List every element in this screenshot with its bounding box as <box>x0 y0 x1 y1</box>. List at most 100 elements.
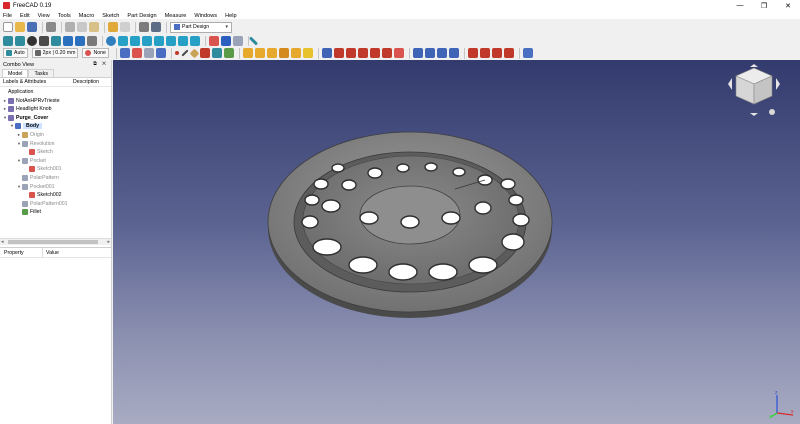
multitransform-icon[interactable] <box>448 48 459 58</box>
fillet-icon[interactable] <box>467 48 478 58</box>
validate-sketch-icon[interactable] <box>223 48 234 58</box>
mirrored-icon[interactable] <box>412 48 423 58</box>
line-width-combo[interactable]: 2px | 0.20 mm <box>31 48 79 58</box>
refresh-icon[interactable] <box>139 22 149 32</box>
sketch-icon[interactable] <box>211 48 222 58</box>
maximize-button[interactable]: ❐ <box>752 0 776 11</box>
tree-item[interactable]: Sketch <box>23 148 53 156</box>
shape-binder-icon[interactable] <box>143 48 154 58</box>
rear-view-icon[interactable] <box>166 36 176 46</box>
chamfer-icon[interactable] <box>479 48 490 58</box>
top-view-icon[interactable] <box>142 36 152 46</box>
view-menu-icon[interactable] <box>769 109 775 115</box>
draw-style-combo[interactable]: Auto <box>3 48 28 58</box>
minimize-button[interactable]: — <box>728 0 752 11</box>
menu-measure[interactable]: Measure <box>165 13 187 19</box>
fit-selection-icon[interactable] <box>15 36 25 46</box>
group-icon[interactable] <box>221 36 231 46</box>
whats-this-icon[interactable] <box>151 22 161 32</box>
rotate-down-icon[interactable] <box>750 113 758 116</box>
link-icon[interactable] <box>87 36 97 46</box>
back-icon[interactable] <box>63 36 73 46</box>
tree-scrollbar[interactable]: ◂ ▸ <box>0 238 111 245</box>
tree-item[interactable]: ▾ Pocket001 <box>16 183 55 191</box>
menu-macro[interactable]: Macro <box>79 13 95 19</box>
thickness-icon[interactable] <box>503 48 514 58</box>
tree-item[interactable]: ▾ Body <box>9 122 42 130</box>
menu-tools[interactable]: Tools <box>58 13 71 19</box>
datum-plane-icon[interactable] <box>189 48 200 58</box>
isometric-icon[interactable] <box>118 36 128 46</box>
local-cs-icon[interactable] <box>199 48 210 58</box>
tree-item[interactable]: Fillet <box>16 208 41 216</box>
draw-style-icon[interactable] <box>27 36 37 46</box>
body-icon[interactable] <box>233 36 243 46</box>
save-icon[interactable] <box>27 22 37 32</box>
paste-icon[interactable] <box>89 22 99 32</box>
revolution-icon[interactable] <box>254 48 265 58</box>
scroll-right-icon[interactable]: ▸ <box>107 239 110 245</box>
subtractive-primitive-icon[interactable] <box>393 48 404 58</box>
menu-windows[interactable]: Windows <box>194 13 217 19</box>
bounding-box-icon[interactable] <box>39 36 49 46</box>
menu-part-design[interactable]: Part Design <box>127 13 156 19</box>
tree-item[interactable]: Sketch002 <box>23 191 62 199</box>
scroll-thumb[interactable] <box>8 240 98 244</box>
rotate-right-icon[interactable] <box>776 78 780 90</box>
groove-icon[interactable] <box>345 48 356 58</box>
loft-icon[interactable] <box>266 48 277 58</box>
tree-item[interactable]: PolarPattern001 <box>16 200 68 208</box>
stereo-icon[interactable] <box>51 36 61 46</box>
undo-icon[interactable] <box>108 22 118 32</box>
cut-icon[interactable] <box>65 22 75 32</box>
zoom-icon[interactable] <box>106 36 116 46</box>
menu-file[interactable]: File <box>3 13 12 19</box>
polar-pattern-icon[interactable] <box>436 48 447 58</box>
tab-tasks[interactable]: Tasks <box>28 69 54 77</box>
tree-item[interactable]: PolarPattern <box>16 174 59 182</box>
front-view-icon[interactable] <box>130 36 140 46</box>
create-part-icon[interactable] <box>131 48 142 58</box>
bottom-view-icon[interactable] <box>178 36 188 46</box>
clone-icon[interactable] <box>155 48 166 58</box>
scroll-left-icon[interactable]: ◂ <box>1 239 4 245</box>
purge-cover-model[interactable] <box>113 60 800 424</box>
menu-help[interactable]: Help <box>225 13 237 19</box>
redo-icon[interactable] <box>120 22 130 32</box>
navigation-cube[interactable] <box>724 64 784 120</box>
tree-item[interactable]: ▸ Headlight Knob <box>2 105 51 113</box>
workbench-selector[interactable]: Part Design ▾ <box>170 21 232 33</box>
menu-view[interactable]: View <box>38 13 50 19</box>
right-view-icon[interactable] <box>154 36 164 46</box>
linear-pattern-icon[interactable] <box>424 48 435 58</box>
3d-viewport[interactable]: z x y <box>113 60 800 424</box>
fit-all-icon[interactable] <box>3 36 13 46</box>
close-button[interactable]: ✕ <box>776 0 800 11</box>
tree-item[interactable]: ▸ NotAnHPRvTrieste <box>2 97 60 105</box>
panel-controls[interactable]: ⧉ ✕ <box>93 61 108 67</box>
datum-point-icon[interactable] <box>174 51 179 55</box>
measure-icon[interactable] <box>248 36 259 46</box>
pad-icon[interactable] <box>242 48 253 58</box>
tree-item[interactable]: ▾ Purge_Cover <box>2 114 48 122</box>
datum-line-icon[interactable] <box>181 49 189 57</box>
create-body-icon[interactable] <box>119 48 130 58</box>
forward-icon[interactable] <box>75 36 85 46</box>
menu-sketch[interactable]: Sketch <box>102 13 119 19</box>
draft-icon[interactable] <box>491 48 502 58</box>
tab-model[interactable]: Model <box>2 69 29 77</box>
rotate-up-icon[interactable] <box>750 64 758 67</box>
new-file-icon[interactable] <box>3 22 13 32</box>
additive-primitive-icon[interactable] <box>302 48 313 58</box>
left-view-icon[interactable] <box>190 36 200 46</box>
hole-icon[interactable] <box>333 48 344 58</box>
open-file-icon[interactable] <box>15 22 25 32</box>
subtractive-pipe-icon[interactable] <box>369 48 380 58</box>
print-icon[interactable] <box>46 22 56 32</box>
tree-item[interactable]: Sketch001 <box>23 165 62 173</box>
subtractive-loft-icon[interactable] <box>357 48 368 58</box>
tree-item[interactable]: Application <box>2 88 33 96</box>
menu-edit[interactable]: Edit <box>20 13 30 19</box>
selection-filter-combo[interactable]: None <box>82 48 109 58</box>
tree-item[interactable]: ▾ Pocket <box>16 157 46 165</box>
